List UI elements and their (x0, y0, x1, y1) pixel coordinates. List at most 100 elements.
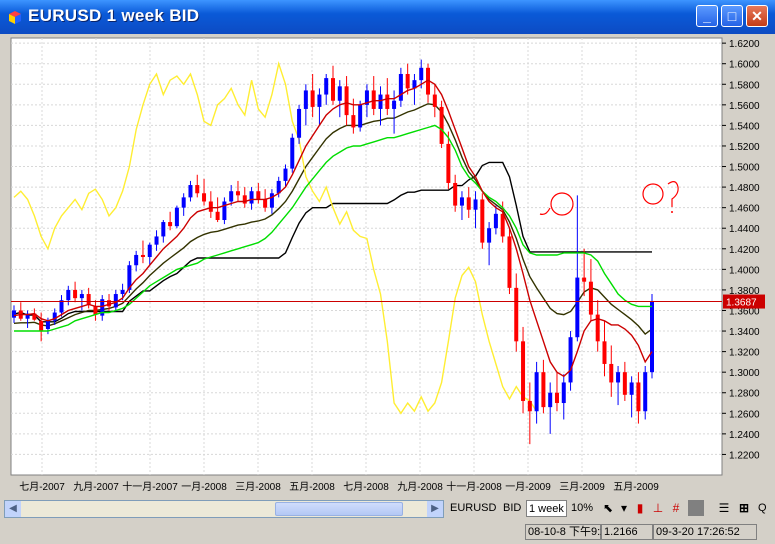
x-tick-label: 五月-2008 (289, 481, 335, 493)
candle-body (500, 213, 505, 237)
candle-body (66, 289, 71, 301)
y-tick-label: 1.6000 (729, 60, 760, 71)
cursor-tool-icon[interactable]: ⬉ (600, 500, 616, 516)
candle-body (45, 320, 50, 329)
candle-body (568, 337, 573, 383)
candle-body (290, 137, 295, 169)
candle-body (120, 289, 125, 295)
candle-body (297, 108, 302, 138)
period-button[interactable]: 1 week (526, 500, 567, 517)
candle-body (222, 201, 227, 220)
y-tick-label: 1.2600 (729, 409, 760, 420)
x-tick-label: 七月-2008 (343, 481, 389, 493)
y-tick-label: 1.5200 (729, 142, 760, 153)
y-tick-label: 1.6200 (729, 39, 760, 50)
candle-body (371, 90, 376, 109)
title-bar: EURUSD 1 week BID _ □ ✕ (0, 0, 775, 34)
candle-body (466, 197, 471, 210)
y-tick-label: 1.5600 (729, 101, 760, 112)
side-label[interactable]: BID (503, 502, 521, 514)
candle-body (134, 254, 139, 266)
candle-body (616, 372, 621, 383)
dropdown-arrow-icon[interactable]: ▾ (616, 500, 632, 516)
x-tick-label: 一月-2008 (181, 481, 227, 493)
candle-body (208, 201, 213, 212)
candle-body (609, 363, 614, 383)
candle-body (378, 94, 383, 109)
symbol-label[interactable]: EURUSD (450, 502, 496, 514)
scrollbar-thumb[interactable] (275, 502, 403, 516)
candle-body (602, 341, 607, 364)
candle-body (521, 341, 526, 401)
grid-style-icon[interactable]: # (668, 500, 684, 516)
candle-body (419, 67, 424, 81)
current-price-label: 1.3687 (726, 298, 757, 309)
candle-body (310, 90, 315, 107)
y-tick-label: 1.4000 (729, 265, 760, 276)
candle-body (12, 310, 16, 318)
y-tick-label: 1.2200 (729, 450, 760, 461)
candle-body (86, 294, 91, 305)
x-tick-label: 五月-2009 (613, 481, 659, 493)
candle-body (405, 73, 410, 89)
horizontal-scrollbar[interactable]: ◀ ▶ (4, 500, 444, 518)
candle-body (453, 182, 458, 206)
candle-body (392, 100, 397, 109)
list-icon[interactable]: ☰ (716, 500, 732, 516)
candle-body (249, 191, 254, 204)
y-tick-label: 1.4200 (729, 245, 760, 256)
candle-body (93, 306, 98, 315)
candle-body (385, 94, 390, 109)
x-tick-label: 三月-2008 (235, 481, 281, 493)
candle-body (195, 185, 200, 194)
candle-body (79, 294, 84, 299)
annotation-dot (671, 211, 673, 213)
candle-body (629, 382, 634, 395)
candle-body (432, 94, 437, 107)
y-tick-label: 1.4800 (729, 183, 760, 194)
maximize-button[interactable]: □ (721, 5, 743, 27)
candle-body (582, 277, 587, 282)
candle-body (622, 372, 627, 395)
candle-body (344, 86, 349, 116)
layout-icon[interactable]: ⊞ (736, 500, 752, 516)
candle-body (235, 191, 240, 196)
candle-body (575, 277, 580, 338)
candle-body (140, 254, 145, 258)
candle-body (650, 301, 654, 373)
candle-body (188, 185, 193, 198)
quote-button[interactable]: Q (758, 502, 767, 514)
candle-body (59, 300, 64, 313)
chart-area[interactable]: 1.6200 1.6000 1.5800 1.5600 1.5400 1.5200 1.50… (0, 34, 775, 494)
bar-style-icon[interactable]: ⊥ (650, 500, 666, 516)
y-tick-label: 1.4400 (729, 224, 760, 235)
candle-body (202, 193, 207, 202)
zoom-label[interactable]: 10% (571, 502, 593, 514)
candle-body (337, 86, 342, 101)
candle-body (242, 195, 247, 204)
candle-style-icon[interactable]: ▮ (632, 500, 648, 516)
y-tick-label: 1.5400 (729, 121, 760, 132)
cursor-price: 1.2166 (601, 524, 653, 540)
x-tick-label: 三月-2009 (559, 481, 605, 493)
candle-body (215, 211, 220, 220)
minimize-button[interactable]: _ (696, 5, 718, 27)
x-tick-label: 十一月-2007 (122, 480, 178, 493)
candle-body (446, 143, 451, 183)
x-tick-label: 九月-2007 (73, 481, 119, 493)
scroll-left-icon[interactable]: ◀ (5, 501, 21, 517)
close-button[interactable]: ✕ (746, 5, 768, 27)
candle-body (154, 236, 159, 245)
candle-body (514, 287, 519, 342)
y-tick-label: 1.5000 (729, 163, 760, 174)
candle-body (548, 392, 553, 408)
window-title: EURUSD 1 week BID (28, 6, 200, 25)
candle-body (439, 106, 444, 144)
scroll-right-icon[interactable]: ▶ (427, 501, 443, 517)
panel-icon[interactable] (688, 500, 704, 516)
candle-body (480, 199, 485, 243)
ichimoku-chart[interactable]: 1.6200 1.6000 1.5800 1.5600 1.5400 1.5200 1.50… (0, 34, 775, 494)
candle-body (147, 244, 152, 258)
candle-body (459, 197, 464, 206)
candle-body (554, 392, 559, 404)
